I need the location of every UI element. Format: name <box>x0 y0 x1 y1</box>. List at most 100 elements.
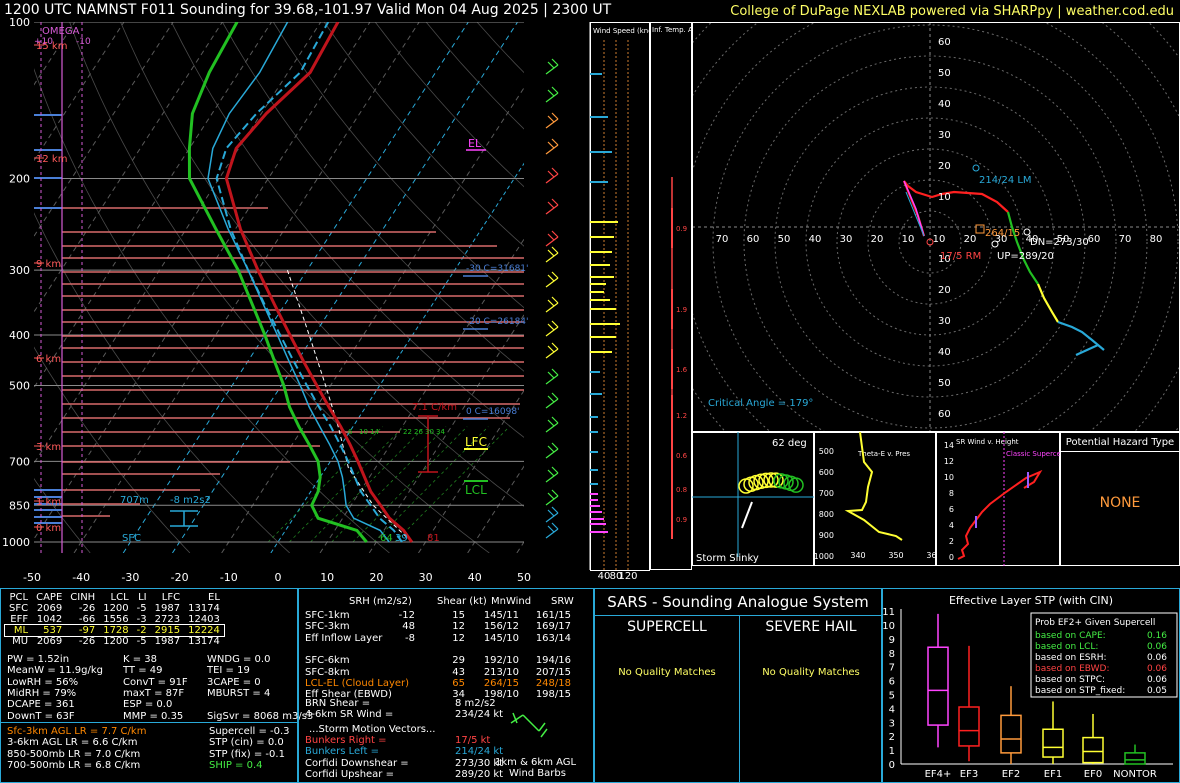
wind-barb-flag <box>551 320 559 328</box>
sr-wind-y-tick: 8 <box>949 489 954 498</box>
kinematics-value: 192/10 <box>483 655 519 667</box>
temp-adv-title: Inf. Temp. Adv. (C/hr) <box>652 26 692 34</box>
lapse-rate-label: 7.1 C/km <box>412 402 457 413</box>
lfc-label: LFC <box>465 435 487 449</box>
parcel-cell: -5 <box>136 636 147 647</box>
wind-barb-flag <box>547 141 555 149</box>
brn-label: BRN Shear = <box>305 698 371 709</box>
hodo-up-label: UP=289/20 <box>997 251 1054 262</box>
parcel-cell: SFC <box>9 603 29 614</box>
wind-barb-flag <box>547 115 555 123</box>
agl-wind-barbs <box>510 712 548 738</box>
stp-legend-label: based on EBWD: <box>1035 664 1110 674</box>
parcel-row: SFC 2069 -26 1200 -5 1987 13174 <box>5 603 224 614</box>
kinematics-value: 207/15 <box>535 666 571 678</box>
wind-barb-flag <box>551 86 559 94</box>
kinematics-value: 169/17 <box>535 621 571 633</box>
kinematics-header: SRW <box>551 596 574 607</box>
pressure-tick-label: 500 <box>9 379 30 392</box>
wetbulb-height-label: -30 C=31681' <box>466 264 529 274</box>
sr-wind-chart: 14 12 10 8 6 4 2 0 SR Wind v. Height Classic Supe… <box>936 432 1060 566</box>
thermo-index: MidRH = 79% <box>7 687 77 699</box>
credit-line: College of DuPage NEXLAB powered via SHA… <box>730 4 1174 19</box>
wind-speed-frame <box>590 22 650 571</box>
kinematics-value: 15 <box>452 610 465 621</box>
isotherm <box>172 22 519 553</box>
lapse-rates: Sfc-3km AGL LR = 7.7 C/km 3-6km AGL LR = … <box>7 726 146 771</box>
theta-e-chart: 500 600 700 800 900 1000 340 350 360 Theta-E v. P… <box>814 432 936 566</box>
storm-motion-label: Bunkers Left = <box>305 746 379 758</box>
parcel-cell: 2069 <box>36 636 63 647</box>
isotherm <box>221 86 524 553</box>
kinematics-value: 248/18 <box>535 677 571 689</box>
composite-index: Supercell = -0.3 <box>209 726 290 737</box>
wind-barb-flag <box>547 395 555 403</box>
sr-wind-label: Classic Supercell <box>1006 450 1060 458</box>
stp-category-label: EF1 <box>1044 769 1062 780</box>
kinematics-value: 156/12 <box>483 621 519 633</box>
slinky-angle: 62 deg <box>772 438 807 449</box>
hodo-sr-vector <box>905 191 925 237</box>
isotherm <box>0 22 26 553</box>
hodo-critical-angle: Critical Angle = 179° <box>708 398 813 409</box>
lapse-rate: 700-500mb LR = 6.8 C/km <box>7 759 141 771</box>
sr-wind-y-tick: 12 <box>944 457 954 466</box>
storm-motion-value: 214/24 kt <box>455 746 504 758</box>
wind-barb-flag <box>551 198 559 206</box>
stp-legend-label: based on STPC: <box>1035 675 1105 685</box>
kinematics-value: 198/15 <box>535 689 571 701</box>
storm-motion-label: Corfidi Upshear = <box>305 768 394 780</box>
hodo-mean-marker <box>975 224 985 234</box>
hodo-ring-label: 40 <box>938 347 951 358</box>
parcel-cell: 12224 <box>188 625 220 636</box>
slinky-ring <box>748 474 764 491</box>
temperature-tick-label: 50 <box>517 571 531 584</box>
wind-barb-flag <box>551 466 559 474</box>
wind-barb-flag <box>547 249 555 257</box>
parcel-table: PCL CAPE CINH LCL LI LFC EL SFC 2069 -26 1200 -5 198… <box>4 592 225 647</box>
sfc-temp-label: 81 <box>427 533 440 544</box>
parcel-header: PCL <box>9 592 29 603</box>
parcel-cell: -66 <box>78 614 96 625</box>
theta-e-y-tick: 600 <box>819 468 834 477</box>
stp-boxplot-chart: Effective Layer STP (with CIN)1110987654… <box>883 594 1178 780</box>
sfc-wetbulb-label: 39 <box>395 533 408 544</box>
hodo-ring-label: 60 <box>938 409 951 420</box>
hodo-ring-label: 50 <box>938 68 951 79</box>
barb-label: Wind Barbs <box>509 768 566 779</box>
stp-box <box>1082 736 1104 764</box>
hazard-value: NONE <box>1099 495 1141 511</box>
stp-legend-label: based on ESRH: <box>1035 653 1107 663</box>
stp-title: Effective Layer STP (with CIN) <box>949 594 1113 607</box>
wind-barb-flag <box>551 296 559 304</box>
pressure-tick-label: 300 <box>9 264 30 277</box>
wind-barb-flag <box>551 442 559 450</box>
temperature-tick-label: -50 <box>23 571 41 584</box>
pressure-tick-label: 200 <box>9 173 30 186</box>
wind-barb-flag <box>547 323 555 331</box>
hodo-ring-label: 10 <box>938 192 951 203</box>
dry-adiabat <box>425 22 524 130</box>
wind-barb-flag <box>551 342 559 350</box>
pressure-tick-label: 1000 <box>2 536 30 549</box>
sr-wind-y-tick: 0 <box>949 553 954 562</box>
pressure-tick-label: 700 <box>9 455 30 468</box>
omega-label: OMEGA <box>42 26 80 37</box>
thermo-index: DownT = 63F <box>7 710 75 722</box>
theta-e-trace <box>844 432 903 541</box>
sfc-label: SFC <box>122 533 141 544</box>
stp-legend-title: Prob EF2+ Given Supercell <box>1035 618 1155 628</box>
hodo-lm-label: 214/24 LM <box>979 175 1032 186</box>
kinematics-label: Eff Inflow Layer <box>305 632 383 644</box>
kinematics-panel: SRH (m2/s2) Shear (kt) MnWind SRW SFC-1km -12… <box>298 588 594 783</box>
kinematics-label: SFC-8km <box>305 666 350 678</box>
thermo-index: DCAPE = 361 <box>7 699 75 711</box>
stp-legend-value: 0.16 <box>1147 631 1167 641</box>
parcel-header: CAPE <box>36 592 63 603</box>
thermo-index: LowRH = 56% <box>7 676 79 688</box>
sars-supercell-msg: No Quality Matches <box>618 667 716 678</box>
composite-index: SHIP = 0.4 <box>209 759 263 771</box>
height-label: 0 km <box>36 523 61 534</box>
thermo-index: ESP = 0.0 <box>123 699 173 711</box>
hodo-ring-label: 20 <box>938 285 951 296</box>
